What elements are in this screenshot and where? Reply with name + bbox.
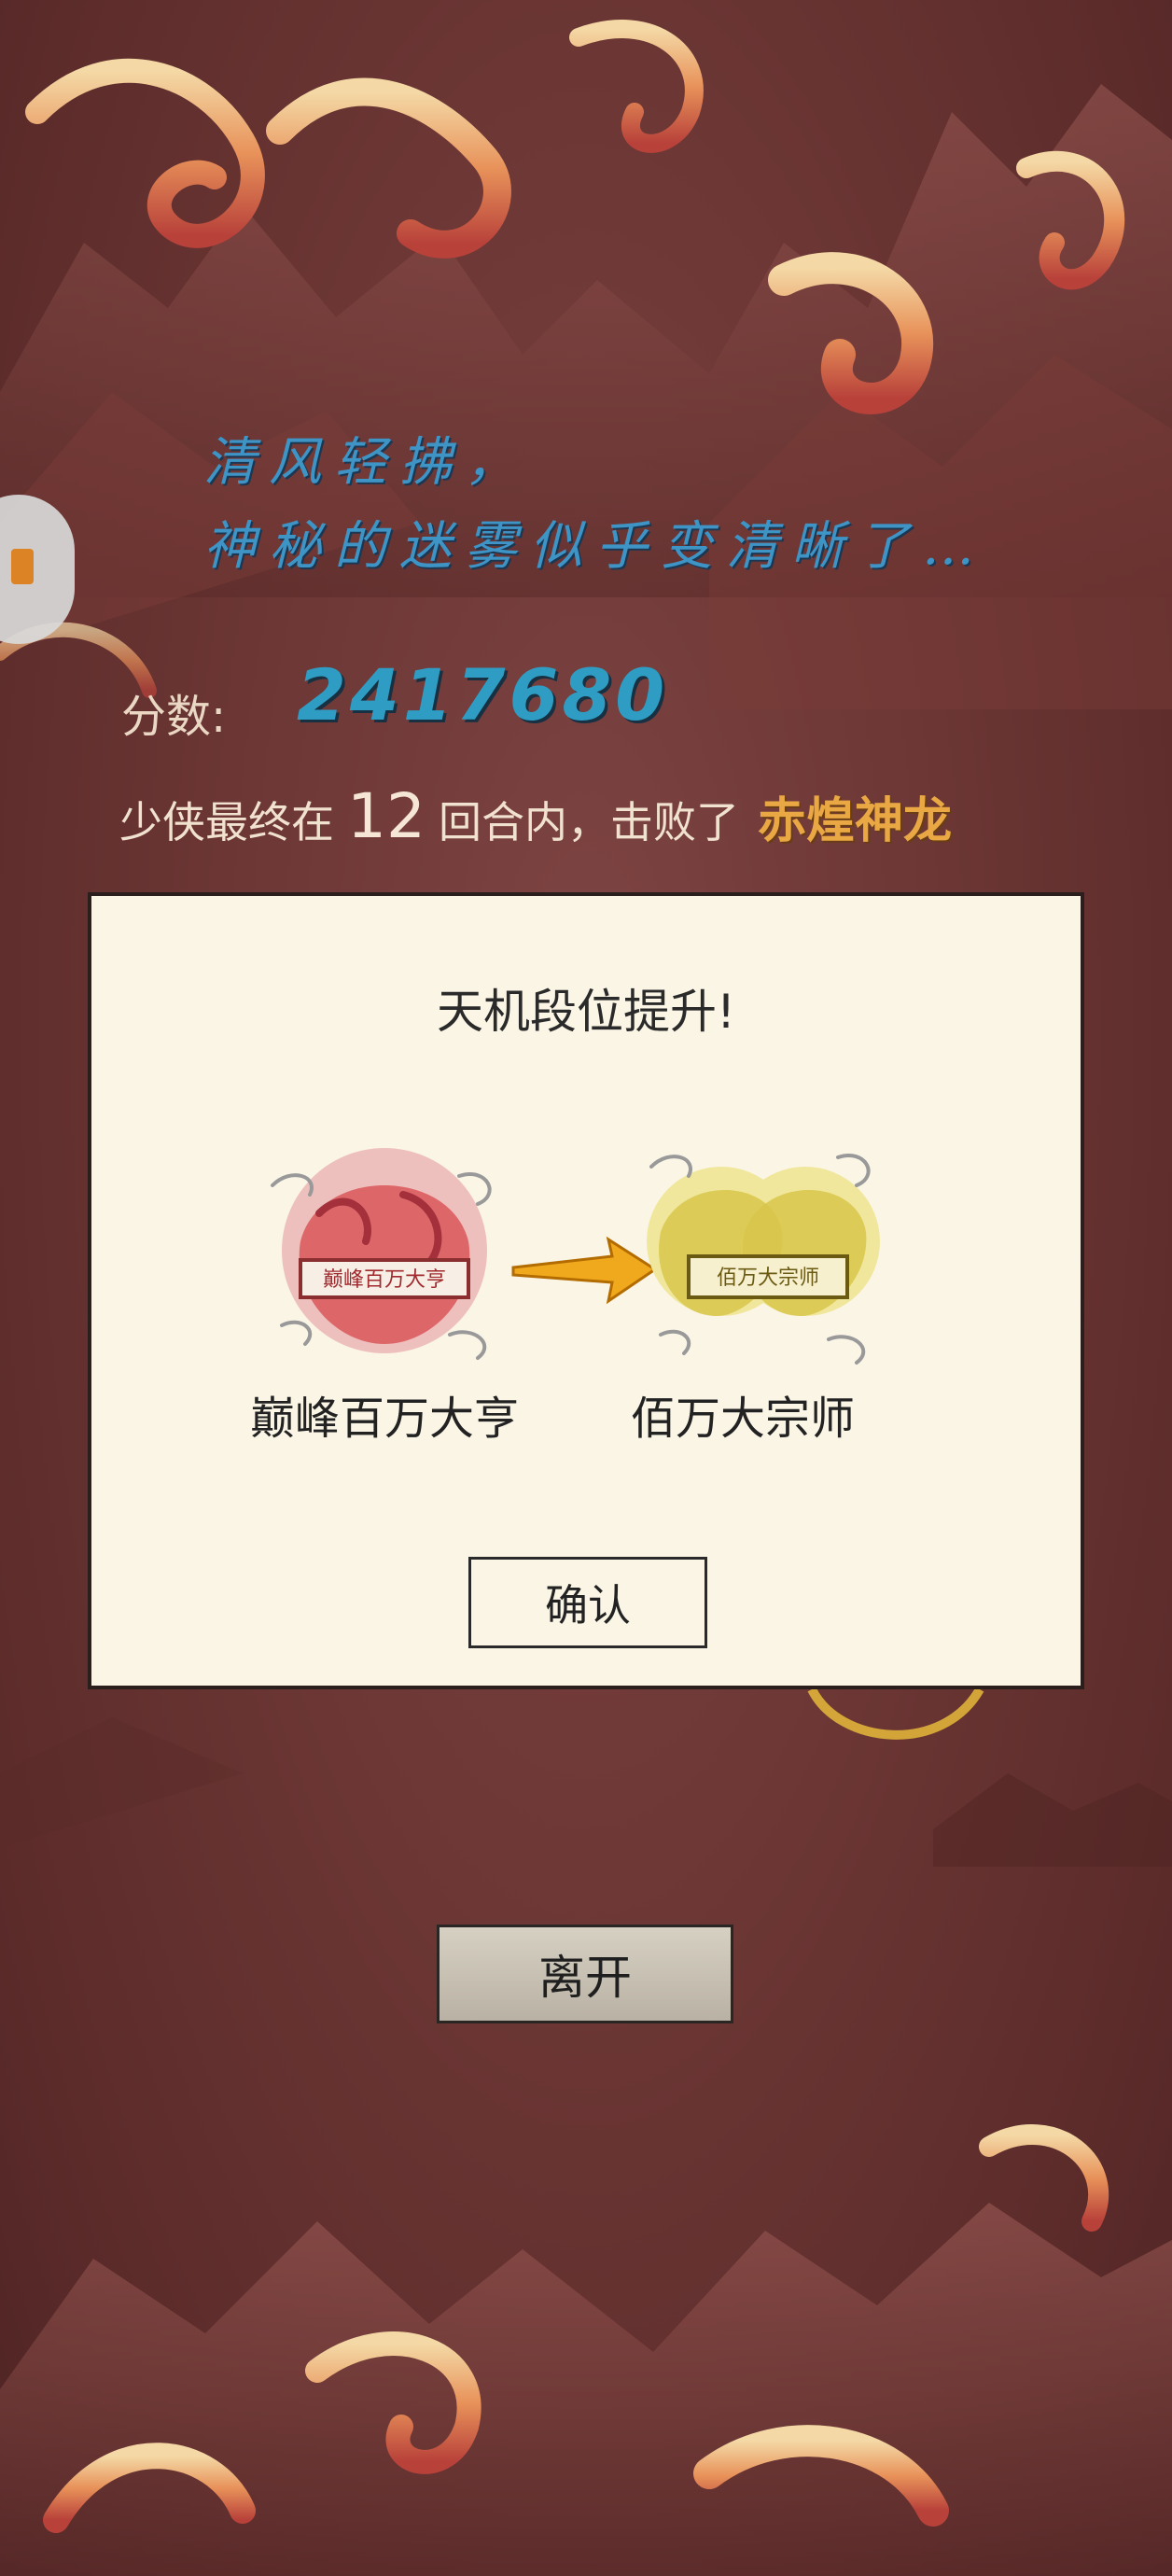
result-summary: 少侠最终在 12 回合内，击败了 赤煌神龙 (119, 780, 952, 855)
side-tab-icon (11, 549, 34, 584)
arrow-right-icon (511, 1236, 658, 1305)
game-result-screen: 清风轻拂， 神秘的迷雾似乎变清晰了… 分数: 2417680 少侠最终在 12 … (0, 0, 1172, 2576)
result-rounds: 12 (347, 780, 426, 852)
result-middle: 回合内，击败了 (438, 797, 739, 847)
rank-up-dialog: 天机段位提升! 巅峰百万大亨 佰万大宗师 巅峰百万大亨 佰万大宗师 确认 (88, 892, 1084, 1689)
boss-name: 赤煌神龙 (757, 793, 952, 849)
dialog-title: 天机段位提升! (436, 985, 736, 1039)
new-rank-name: 佰万大宗师 (630, 1393, 855, 1445)
old-rank-name: 巅峰百万大亨 (249, 1393, 519, 1445)
new-rank-badge-text: 佰万大宗师 (717, 1267, 819, 1290)
poem-line-2: 神秘的迷雾似乎变清晰了… (203, 516, 987, 577)
old-rank-badge: 巅峰百万大亨 (271, 1148, 492, 1360)
result-prefix: 少侠最终在 (119, 797, 334, 847)
old-rank-badge-text: 巅峰百万大亨 (323, 1268, 446, 1292)
side-tab[interactable] (0, 495, 75, 644)
confirm-button[interactable]: 确认 (468, 1557, 707, 1648)
leave-button[interactable]: 离开 (437, 1925, 733, 2023)
new-rank-badge: 佰万大宗师 (647, 1154, 880, 1365)
poem-line-1: 清风轻拂， (203, 432, 530, 493)
score-value: 2417680 (297, 653, 669, 736)
score-label: 分数: (121, 691, 227, 743)
